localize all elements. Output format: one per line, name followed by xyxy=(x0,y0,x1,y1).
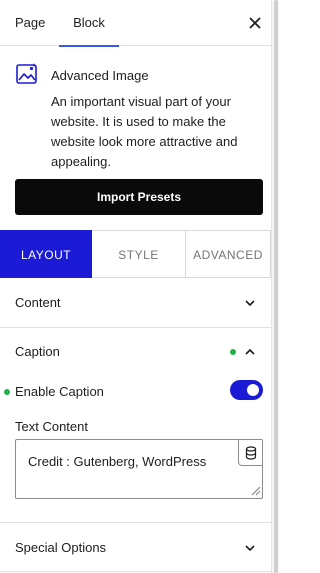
toggle-knob xyxy=(247,384,259,396)
scrollbar-thumb[interactable] xyxy=(274,0,278,573)
section-special-options-label: Special Options xyxy=(15,540,107,555)
section-content[interactable]: Content xyxy=(0,278,271,328)
tab-block[interactable]: Block xyxy=(59,0,119,47)
section-content-label: Content xyxy=(15,295,61,310)
modified-indicator-dot xyxy=(4,389,10,395)
enable-caption-toggle[interactable] xyxy=(230,380,263,400)
block-description: An important visual part of your website… xyxy=(51,94,238,169)
block-title: Advanced Image xyxy=(51,68,149,83)
tab-block-label: Block xyxy=(73,15,105,30)
scrollbar[interactable] xyxy=(271,0,279,573)
resize-handle-icon[interactable] xyxy=(249,484,261,496)
chevron-down-icon xyxy=(245,545,255,552)
chevron-down-icon xyxy=(245,300,255,307)
tab-style[interactable]: STYLE xyxy=(92,230,186,278)
section-caption[interactable]: Caption xyxy=(0,327,271,377)
panel-tabs: LAYOUT STYLE ADVANCED xyxy=(0,230,271,278)
text-content-label: Text Content xyxy=(15,419,88,434)
section-caption-label: Caption xyxy=(15,344,60,359)
dynamic-content-button[interactable] xyxy=(238,439,263,466)
text-content-value: Credit : Gutenberg, WordPress xyxy=(28,454,207,469)
import-presets-button[interactable]: Import Presets xyxy=(15,179,263,215)
image-icon xyxy=(16,63,37,84)
tab-page[interactable]: Page xyxy=(15,0,45,46)
chevron-up-icon xyxy=(245,348,255,355)
tab-active-indicator xyxy=(59,45,119,47)
database-icon xyxy=(245,446,257,460)
tab-layout[interactable]: LAYOUT xyxy=(0,230,92,278)
section-special-options[interactable]: Special Options xyxy=(0,523,271,573)
text-content-field[interactable]: Credit : Gutenberg, WordPress xyxy=(15,439,263,499)
section-divider xyxy=(0,571,271,572)
modified-indicator-dot xyxy=(230,349,236,355)
close-icon[interactable] xyxy=(246,14,264,32)
enable-caption-label: Enable Caption xyxy=(15,384,104,399)
tab-advanced[interactable]: ADVANCED xyxy=(186,230,271,278)
sidebar-tabs: Page Block xyxy=(0,0,271,47)
